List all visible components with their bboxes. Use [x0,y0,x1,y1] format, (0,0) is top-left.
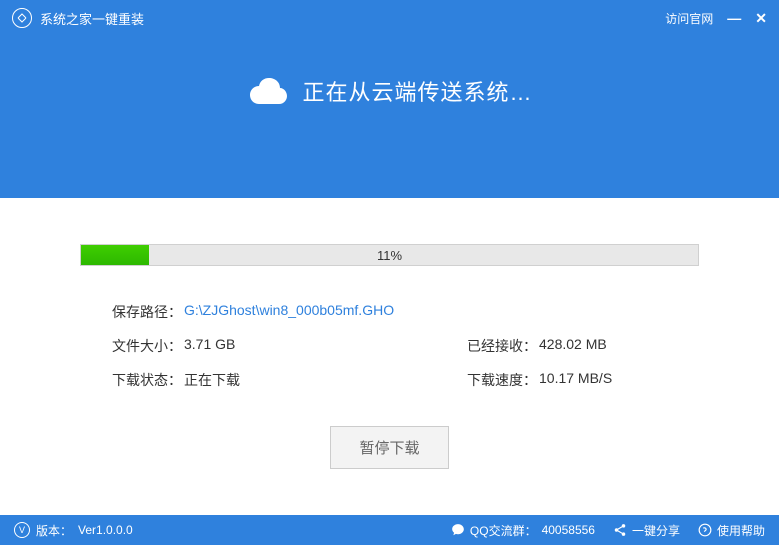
pause-download-button[interactable]: 暂停下载 [330,426,448,469]
save-path-value: G:\ZJGhost\win8_000b05mf.GHO [184,302,394,322]
qq-group-value: 40058556 [542,523,595,537]
share-icon [613,523,627,537]
qq-group-link[interactable]: QQ交流群： 40058556 [451,522,595,539]
file-size-value: 3.71 GB [184,336,235,356]
close-button[interactable]: ✕ [755,11,767,25]
hero-status-text: 正在从云端传送系统… [302,75,532,107]
app-logo-icon [12,8,32,28]
save-path-label: 保存路径： [112,302,182,322]
version-value: Ver1.0.0.0 [78,523,133,537]
file-size-label: 文件大小： [112,336,182,356]
version-icon: V [14,522,30,538]
cloud-icon [246,76,288,106]
help-label: 使用帮助 [717,522,765,539]
help-icon [698,523,712,537]
download-speed-value: 10.17 MB/S [539,370,612,390]
help-link[interactable]: 使用帮助 [698,522,765,539]
progress-percent-text: 11% [81,245,698,265]
app-title: 系统之家一键重装 [40,9,665,28]
progress-bar: 11% [80,244,699,266]
chat-icon [451,523,465,537]
share-label: 一键分享 [632,522,680,539]
share-link[interactable]: 一键分享 [613,522,680,539]
minimize-button[interactable]: — [727,11,741,25]
download-speed-label: 下载速度： [467,370,537,390]
download-status-label: 下载状态： [112,370,182,390]
received-label: 已经接收： [467,336,537,356]
qq-group-label: QQ交流群： [470,522,537,539]
download-status-value: 正在下载 [184,370,240,390]
visit-official-link[interactable]: 访问官网 [665,10,713,27]
version-label: 版本： [36,522,72,539]
received-value: 428.02 MB [539,336,607,356]
